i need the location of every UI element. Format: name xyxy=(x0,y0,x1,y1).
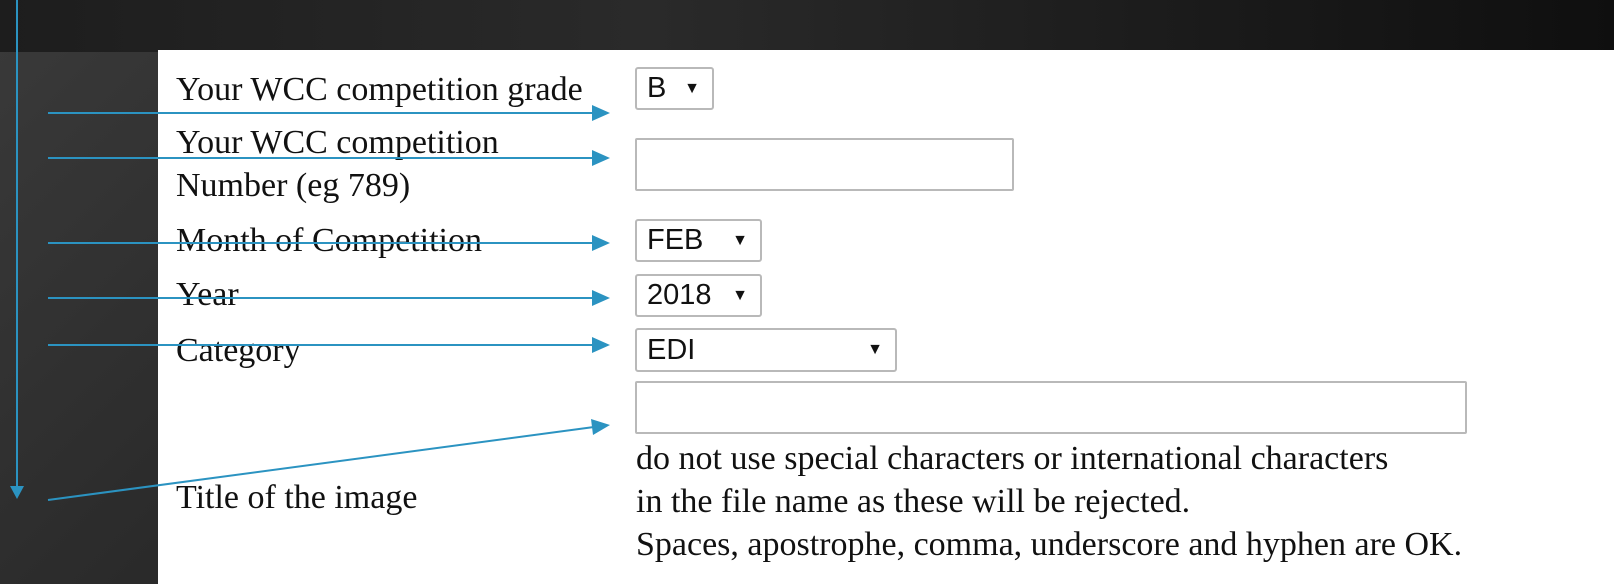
annotation-arrows xyxy=(10,0,610,501)
arrowhead-icon xyxy=(591,419,610,435)
arrowhead-icon xyxy=(592,150,610,166)
arrowhead-icon xyxy=(592,337,610,353)
arrowhead-icon xyxy=(592,290,610,306)
vertical-arrowhead-icon xyxy=(10,486,24,499)
arrowhead-icon xyxy=(592,105,610,121)
arrowhead-icon xyxy=(592,235,610,251)
title-arrow-line xyxy=(47,426,595,501)
